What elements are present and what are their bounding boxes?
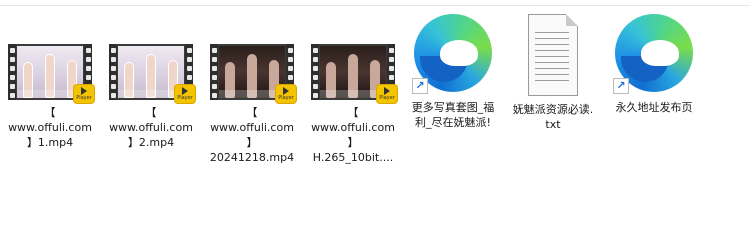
player-badge-icon: Player [74,85,94,103]
file-name: 【 www.offuli.com 】2.mp4 [109,106,193,149]
video-thumbnail-icon: Player [210,44,296,103]
file-item-video-1[interactable]: Player 【 www.offuli.com 】1.mp4 [0,44,100,150]
player-badge-icon: Player [276,85,296,103]
file-item-readme-txt[interactable]: 妩魅派资源必读. txt [503,14,603,132]
player-badge-icon: Player [175,85,195,103]
file-item-video-4[interactable]: Player 【 www.offuli.com 】 H.265_10bit...… [303,44,403,165]
video-thumbnail-icon: Player [109,44,195,103]
file-name: 妩魅派资源必读. txt [512,103,594,131]
player-badge-icon: Player [377,85,397,103]
video-thumbnail-icon: Player [311,44,397,103]
shortcut-item-permanent-address[interactable]: ↗ 永久地址发布页 [604,10,704,115]
file-name: 【 www.offuli.com 】 20241218.mp4 [209,106,295,164]
file-icon-grid: Player 【 www.offuli.com 】1.mp4 Player 【 … [0,0,750,247]
file-item-video-2[interactable]: Player 【 www.offuli.com 】2.mp4 [101,44,201,150]
edge-browser-icon: ↗ [410,10,496,96]
file-name: 【 www.offuli.com 】1.mp4 [8,106,92,149]
shortcut-arrow-icon: ↗ [613,78,629,94]
file-item-video-3[interactable]: Player 【 www.offuli.com 】 20241218.mp4 [202,44,302,165]
text-file-icon [528,14,578,98]
file-name: 【 www.offuli.com 】 H.265_10bit.... [311,106,395,164]
edge-browser-icon: ↗ [611,10,697,96]
shortcut-item-gallery[interactable]: ↗ 更多写真套图_福 利_尽在妩魅派! [403,10,503,130]
file-name: 更多写真套图_福 利_尽在妩魅派! [411,101,495,129]
video-thumbnail-icon: Player [8,44,94,103]
shortcut-arrow-icon: ↗ [412,78,428,94]
file-name: 永久地址发布页 [615,101,693,114]
